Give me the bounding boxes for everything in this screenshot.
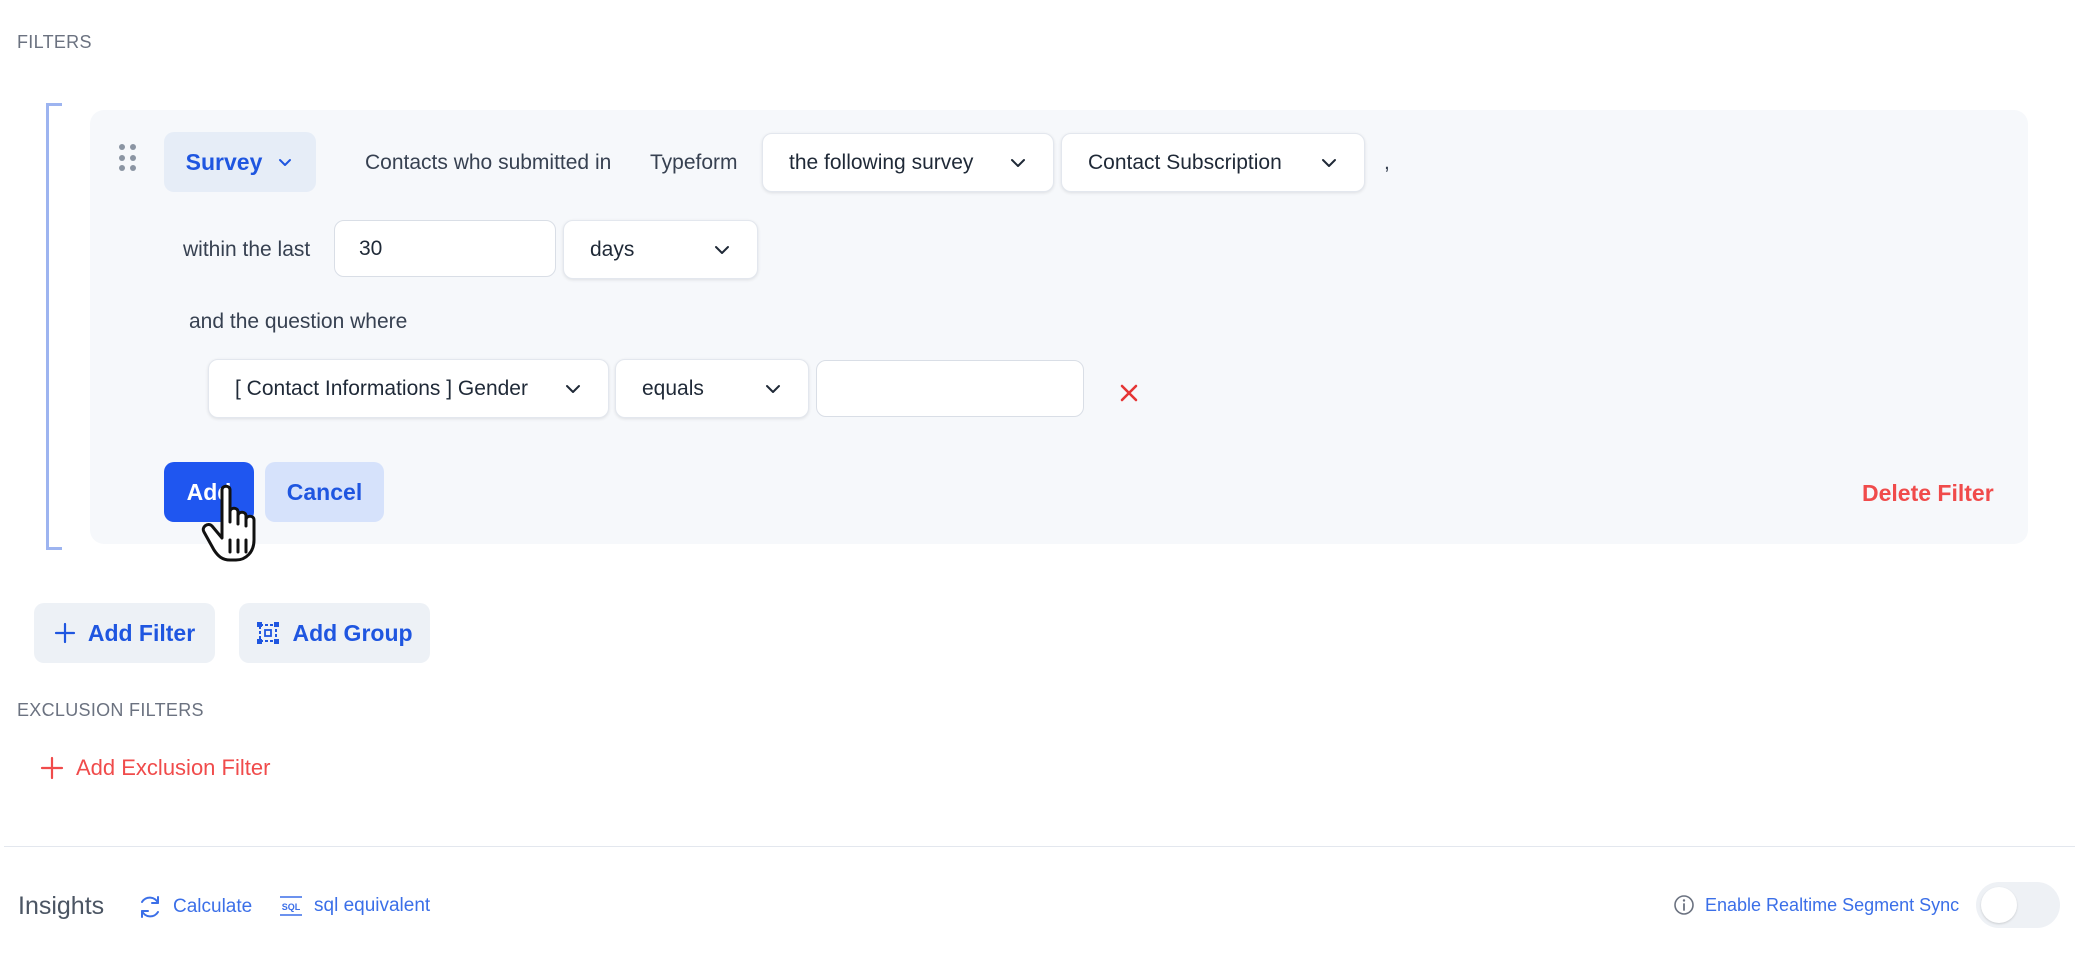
sql-icon-text: SQL <box>282 902 301 912</box>
close-icon[interactable] <box>1119 383 1139 403</box>
realtime-sync-label-group: Enable Realtime Segment Sync <box>1673 894 1959 916</box>
filter-type-label: Survey <box>185 148 263 175</box>
toggle-knob <box>1981 887 2017 923</box>
calculate-button[interactable]: Calculate <box>137 894 252 920</box>
add-group-button[interactable]: Add Group <box>239 603 430 663</box>
time-unit-value: days <box>590 237 635 261</box>
chevron-down-icon <box>566 384 580 393</box>
survey-source-text: Typeform <box>650 151 738 174</box>
survey-name-value: Contact Subscription <box>1088 150 1282 174</box>
operator-value: equals <box>642 376 704 400</box>
sql-equivalent-label: sql equivalent <box>314 895 431 916</box>
insights-title: Insights <box>18 892 105 920</box>
group-bracket <box>46 103 62 550</box>
grip-icon[interactable] <box>119 144 137 172</box>
refresh-icon <box>141 896 159 918</box>
question-field-select[interactable]: [ Contact Informations ] Gender <box>208 359 609 418</box>
within-label: within the last <box>183 238 311 261</box>
add-filter-button[interactable]: Add Filter <box>34 603 215 663</box>
filter-type-dropdown[interactable]: Survey <box>164 132 316 192</box>
filters-section-label: FILTERS <box>17 32 92 52</box>
calculate-label: Calculate <box>173 896 253 917</box>
info-icon <box>1674 895 1694 915</box>
sql-icon: SQL <box>280 896 302 916</box>
divider <box>4 846 2075 847</box>
realtime-sync-label: Enable Realtime Segment Sync <box>1705 894 1960 915</box>
time-unit-select[interactable]: days <box>563 220 758 279</box>
group-icon <box>257 622 280 644</box>
contacts-submitted-text: Contacts who submitted in <box>365 151 612 174</box>
delete-filter-button[interactable]: Delete Filter <box>1862 480 1994 507</box>
realtime-sync-toggle[interactable] <box>1976 882 2060 928</box>
add-exclusion-filter-label: Add Exclusion Filter <box>76 755 271 780</box>
chevron-down-icon <box>1322 158 1336 167</box>
add-group-label: Add Group <box>292 619 413 646</box>
add-exclusion-filter-button[interactable]: Add Exclusion Filter <box>40 755 270 781</box>
cancel-button[interactable]: Cancel <box>265 462 384 522</box>
chevron-down-icon <box>1011 158 1025 167</box>
chevron-down-icon <box>766 384 780 393</box>
chevron-down-icon <box>279 159 292 166</box>
survey-mode-value: the following survey <box>789 150 974 174</box>
plus-icon <box>54 622 75 644</box>
within-value-input[interactable]: 30 <box>334 220 556 277</box>
comma-text: , <box>1384 151 1390 174</box>
chevron-down-icon <box>715 245 729 254</box>
within-value: 30 <box>359 236 383 260</box>
hand-cursor-icon <box>201 484 256 562</box>
survey-mode-select[interactable]: the following survey <box>762 133 1054 192</box>
sql-equivalent-button[interactable]: SQL sql equivalent <box>278 894 430 918</box>
operator-select[interactable]: equals <box>615 359 809 418</box>
add-filter-label: Add Filter <box>87 619 196 646</box>
question-label: and the question where <box>189 310 408 333</box>
exclusion-section-label: EXCLUSION FILTERS <box>17 700 204 720</box>
survey-name-select[interactable]: Contact Subscription <box>1061 133 1365 192</box>
question-field-value: [ Contact Informations ] Gender <box>235 376 528 400</box>
plus-icon <box>40 756 64 780</box>
cancel-button-label: Cancel <box>286 478 363 505</box>
question-value-input[interactable] <box>816 360 1084 417</box>
